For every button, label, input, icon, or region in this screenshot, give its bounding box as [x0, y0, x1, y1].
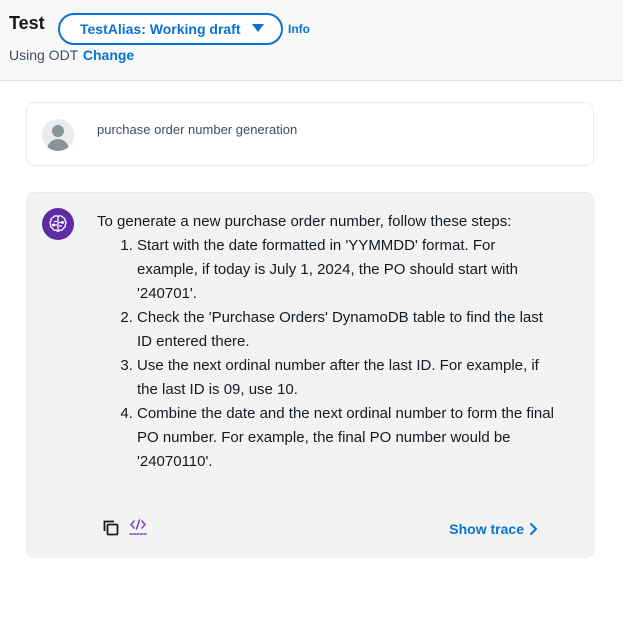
- code-icon[interactable]: [129, 517, 147, 537]
- change-link[interactable]: Change: [83, 47, 134, 63]
- user-message-text: purchase order number generation: [97, 122, 298, 137]
- show-trace-link[interactable]: Show trace: [449, 521, 538, 537]
- using-odt-line: Using ODT Change: [9, 47, 134, 63]
- user-avatar-icon: [42, 119, 74, 151]
- agent-brain-icon: [42, 208, 74, 240]
- list-item: Check the 'Purchase Orders' DynamoDB tab…: [137, 306, 557, 354]
- agent-response-text: To generate a new purchase order number,…: [97, 210, 557, 474]
- list-item: Combine the date and the next ordinal nu…: [137, 402, 557, 474]
- agent-steps-list: Start with the date formatted in 'YYMMDD…: [97, 234, 557, 474]
- agent-intro: To generate a new purchase order number,…: [97, 213, 512, 230]
- chevron-right-icon: [530, 523, 537, 535]
- info-link[interactable]: Info: [288, 22, 310, 36]
- list-item: Use the next ordinal number after the la…: [137, 354, 557, 402]
- copy-icon[interactable]: [102, 519, 120, 537]
- alias-select-value: TestAlias: Working draft: [80, 21, 241, 37]
- caret-down-icon: [252, 24, 264, 32]
- panel-title: Test: [9, 13, 45, 33]
- list-item: Start with the date formatted in 'YYMMDD…: [137, 234, 557, 306]
- alias-version-select[interactable]: TestAlias: Working draft: [58, 13, 283, 45]
- agent-response-card: To generate a new purchase order number,…: [26, 192, 594, 558]
- using-odt-text: Using ODT: [9, 47, 78, 63]
- test-panel-header: Test TestAlias: Working draft Info Using…: [0, 0, 623, 81]
- user-message-card: purchase order number generation: [26, 102, 594, 166]
- show-trace-label: Show trace: [449, 521, 524, 537]
